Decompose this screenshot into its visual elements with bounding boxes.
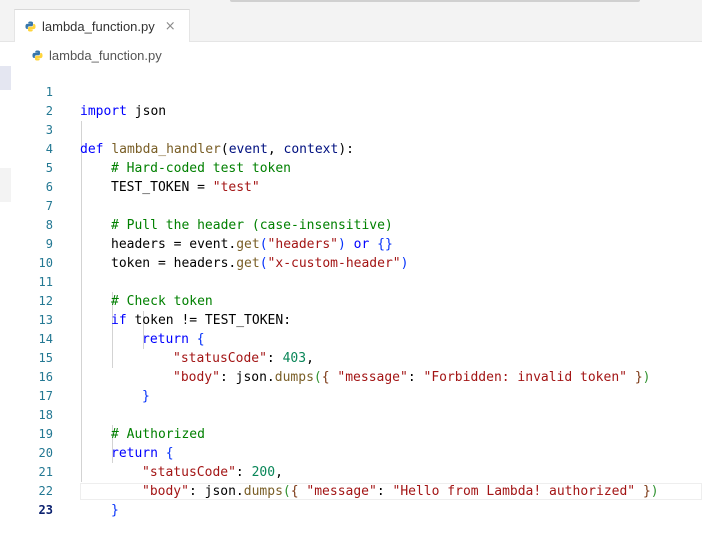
close-icon[interactable]: × <box>165 19 176 34</box>
code-line: 5 TEST_TOKEN = "test" <box>0 140 702 195</box>
code-line: 9 token = headers.get("x-custom-header") <box>0 216 702 271</box>
tab-bar: lambda_function.py × <box>0 0 702 42</box>
current-line-highlight <box>80 483 702 500</box>
code-line: 14 "statusCode": 403, <box>0 311 702 366</box>
code-line: 10 <box>0 235 702 270</box>
code-line: 18 # Authorized <box>0 387 702 442</box>
code-line: 20 "statusCode": 200, <box>0 425 702 480</box>
command-center-edge <box>230 0 640 2</box>
code-line: 19 return { <box>0 406 702 461</box>
code-line: 4 # Hard-coded test token <box>0 121 702 176</box>
code-line-current[interactable]: 23 <box>0 482 702 517</box>
code-line: 8 headers = event.get("headers") or {} <box>0 197 702 252</box>
code-line: 21 "body": json.dumps({ "message": "Hell… <box>0 444 702 499</box>
python-icon <box>25 20 36 32</box>
code-line: 15 "body": json.dumps({ "message": "Forb… <box>0 330 702 385</box>
code-line: 12 if token != TEST_TOKEN: <box>0 273 702 328</box>
breadcrumb[interactable]: lambda_function.py <box>32 45 162 65</box>
code-line: 16 } <box>0 349 702 404</box>
tab-label: lambda_function.py <box>42 18 155 34</box>
code-line: 3 def lambda_handler(event, context): <box>0 102 702 157</box>
line-number: 23 <box>38 503 53 517</box>
code-line: 2 <box>0 83 702 118</box>
code-line: 7 # Pull the header (case-insensitive) <box>0 178 702 233</box>
code-line: 6 <box>0 159 702 194</box>
tab-lambda-function[interactable]: lambda_function.py × <box>14 9 190 42</box>
breadcrumb-file[interactable]: lambda_function.py <box>49 48 162 63</box>
code-editor[interactable]: 1 import json 2 3 def lambda_handler(eve… <box>0 64 702 518</box>
python-icon <box>32 49 43 61</box>
brace: } <box>111 503 119 518</box>
code-line: 17 <box>0 368 702 403</box>
code-line: 22 } <box>0 463 702 518</box>
code-line: 1 import json <box>0 64 702 119</box>
code-line: 13 return { <box>0 292 702 347</box>
code-line: 11 # Check token <box>0 254 702 309</box>
